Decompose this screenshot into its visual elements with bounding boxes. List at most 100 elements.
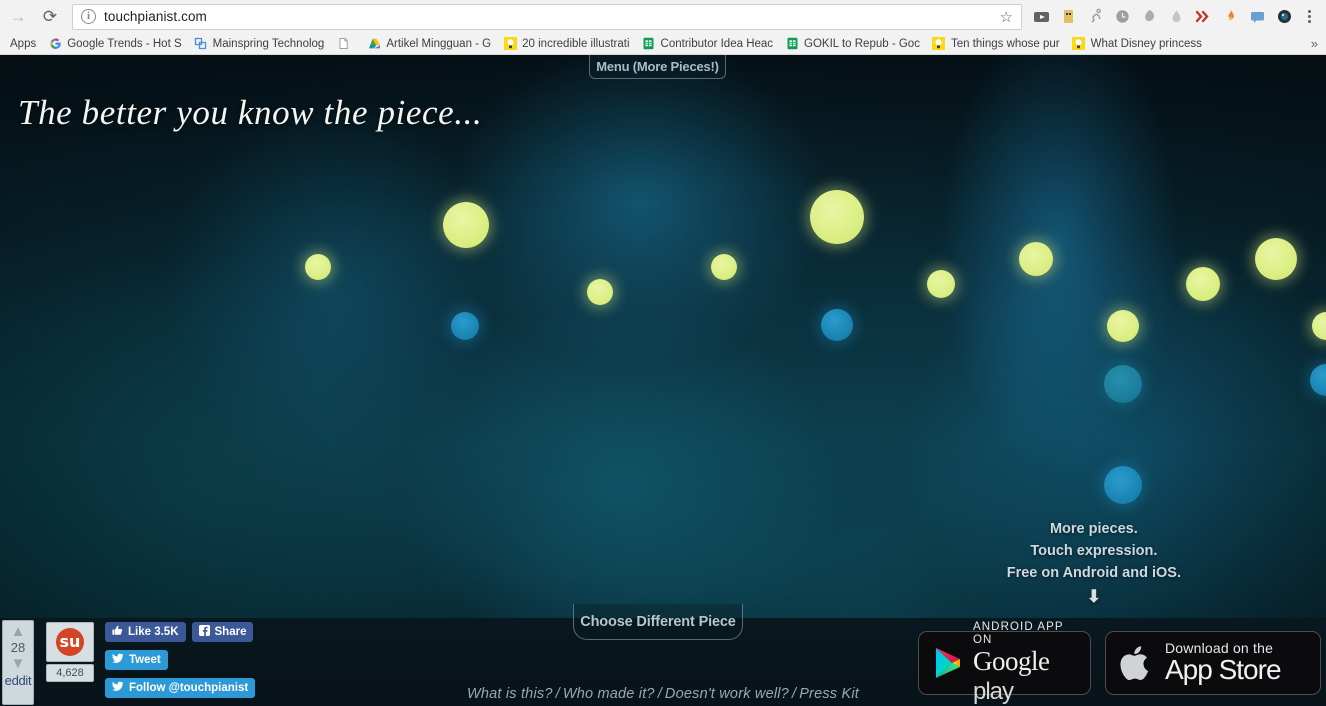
- reload-icon: ⟳: [42, 7, 58, 26]
- twitter-bird-icon: [112, 681, 124, 695]
- footer-link-doesnt-work-well[interactable]: Doesn't work well?: [665, 686, 789, 702]
- stumbleupon-widget[interactable]: su 4,628: [46, 622, 94, 682]
- social-buttons: Like 3.5K Share Tweet Follow @touchpiani…: [105, 622, 256, 706]
- google-icon: [48, 37, 62, 51]
- lightbulb-icon: [1072, 37, 1086, 51]
- browser-menu-button[interactable]: [1298, 4, 1320, 30]
- bookmark-gokil-to-repub[interactable]: GOKIL to Repub - Goc: [779, 34, 926, 54]
- runner-extension-icon[interactable]: [1082, 4, 1108, 30]
- footer-link-who-made-it[interactable]: Who made it?: [563, 686, 655, 702]
- note-circle[interactable]: [1019, 242, 1053, 276]
- reddit-downvote-icon[interactable]: ▼: [11, 656, 26, 671]
- note-circle[interactable]: [810, 190, 864, 244]
- leaf-extension-icon[interactable]: [1136, 4, 1162, 30]
- note-circle[interactable]: [1186, 267, 1220, 301]
- facebook-share-button[interactable]: Share: [191, 622, 254, 642]
- facebook-icon: [198, 625, 210, 639]
- bookmark-label: Contributor Idea Heac: [660, 37, 774, 50]
- youtube-extension-icon[interactable]: [1028, 4, 1054, 30]
- bookmark-disney-princess[interactable]: What Disney princess: [1066, 34, 1208, 54]
- chat-extension-icon[interactable]: [1244, 4, 1270, 30]
- menu-more-pieces-button[interactable]: Menu (More Pieces!): [589, 55, 726, 79]
- note-circle[interactable]: [927, 270, 955, 298]
- lightbulb-icon: [503, 37, 517, 51]
- kebab-dot: [1307, 20, 1311, 23]
- forward-icon: →: [9, 7, 27, 26]
- follow-row: Follow @touchpianist: [105, 678, 256, 698]
- stumbleupon-button[interactable]: su: [46, 622, 94, 662]
- bookmark-contributor-idea[interactable]: Contributor Idea Heac: [636, 34, 780, 54]
- bookmark-label: Apps: [10, 37, 37, 50]
- bookmark-star-icon[interactable]: ☆: [1000, 8, 1013, 26]
- footer-separator: /: [555, 686, 560, 702]
- promo-line-2: Touch expression.: [1030, 543, 1158, 559]
- bookmark-blank-page[interactable]: [330, 34, 361, 54]
- page-headline: The better you know the piece...: [18, 93, 483, 132]
- browser-window: → ⟳ i touchpianist.com ☆ Apps Google Tre…: [0, 0, 1326, 706]
- clock-extension-icon[interactable]: [1109, 4, 1135, 30]
- address-bar[interactable]: i touchpianist.com ☆: [72, 3, 1022, 30]
- down-arrow-icon: ⬇: [1086, 587, 1101, 606]
- note-circle[interactable]: [821, 309, 853, 341]
- bookmark-label: Ten things whose pur: [950, 37, 1060, 50]
- note-circle[interactable]: [587, 279, 613, 305]
- choose-different-piece-button[interactable]: Choose Different Piece: [573, 604, 743, 640]
- stumbleupon-icon: su: [56, 628, 84, 656]
- note-circle[interactable]: [1104, 466, 1142, 504]
- pocket-extension-icon[interactable]: [1055, 4, 1081, 30]
- google-sheets-icon: [785, 37, 799, 51]
- tweet-row: Tweet: [105, 650, 255, 670]
- bookmark-apps[interactable]: Apps: [6, 34, 42, 54]
- bookmark-label: Mainspring Technolog: [212, 37, 325, 50]
- note-circle[interactable]: [711, 254, 737, 280]
- note-circle[interactable]: [443, 202, 489, 248]
- bookmark-ten-things[interactable]: Ten things whose pur: [926, 34, 1066, 54]
- promo-text: More pieces. Touch expression. Free on A…: [1007, 518, 1181, 608]
- bookmark-artikel-mingguan[interactable]: Artikel Mingguan - G: [361, 34, 497, 54]
- app-store-text: Download on the App Store: [1165, 641, 1282, 684]
- footer-separator: /: [657, 686, 662, 702]
- bookmark-mainspring[interactable]: Mainspring Technolog: [188, 34, 331, 54]
- note-circle[interactable]: [1255, 238, 1297, 280]
- footer-link-press-kit[interactable]: Press Kit: [799, 686, 859, 702]
- facebook-like-label: Like 3.5K: [128, 626, 179, 638]
- reddit-upvote-icon[interactable]: ▲: [11, 624, 26, 639]
- site-info-icon[interactable]: i: [81, 9, 96, 24]
- google-drive-icon: [367, 37, 381, 51]
- bookmark-label: 20 incredible illustrati: [522, 37, 630, 50]
- reddit-score: 28: [10, 640, 26, 655]
- footer-separator: /: [791, 686, 797, 702]
- camera-extension-icon[interactable]: [1271, 4, 1297, 30]
- promo-line-3: Free on Android and iOS.: [1006, 565, 1181, 581]
- bookmarks-bar: Apps Google Trends - Hot S Mainspring Te…: [0, 33, 1326, 55]
- bookmark-google-trends[interactable]: Google Trends - Hot S: [42, 34, 187, 54]
- bookmark-label: Artikel Mingguan - G: [386, 37, 492, 50]
- bookmark-label: Google Trends - Hot S: [67, 37, 182, 50]
- stumbleupon-count: 4,628: [46, 664, 94, 682]
- twitter-follow-label: Follow @touchpianist: [129, 682, 249, 694]
- bookmark-label: GOKIL to Repub - Goc: [804, 37, 920, 50]
- footer-link-what-is-this[interactable]: What is this?: [467, 686, 553, 702]
- apple-icon: [1120, 643, 1154, 683]
- note-circle[interactable]: [451, 312, 479, 340]
- drop-extension-icon[interactable]: [1163, 4, 1189, 30]
- reddit-vote-widget[interactable]: ▲ 28 ▼ eddit: [2, 620, 34, 705]
- google-sheets-icon: [642, 37, 656, 51]
- bookmark-20-illustrations[interactable]: 20 incredible illustrati: [497, 34, 635, 54]
- bookmarks-overflow-button[interactable]: »: [1311, 36, 1318, 51]
- twitter-follow-button[interactable]: Follow @touchpianist: [105, 678, 256, 698]
- reddit-label: eddit: [4, 673, 32, 688]
- tweet-button[interactable]: Tweet: [105, 650, 168, 670]
- note-circle[interactable]: [1104, 365, 1142, 403]
- url-text: touchpianist.com: [104, 9, 207, 24]
- forward-button[interactable]: →: [4, 3, 32, 31]
- facebook-share-label: Share: [214, 626, 247, 638]
- note-circle[interactable]: [305, 254, 331, 280]
- chevrons-extension-icon[interactable]: [1190, 4, 1216, 30]
- google-play-icon: [933, 646, 963, 680]
- reload-button[interactable]: ⟳: [36, 3, 64, 31]
- note-circle[interactable]: [1107, 310, 1139, 342]
- flame-extension-icon[interactable]: [1217, 4, 1243, 30]
- twitter-bird-icon: [112, 653, 124, 667]
- facebook-like-button[interactable]: Like 3.5K: [105, 622, 186, 642]
